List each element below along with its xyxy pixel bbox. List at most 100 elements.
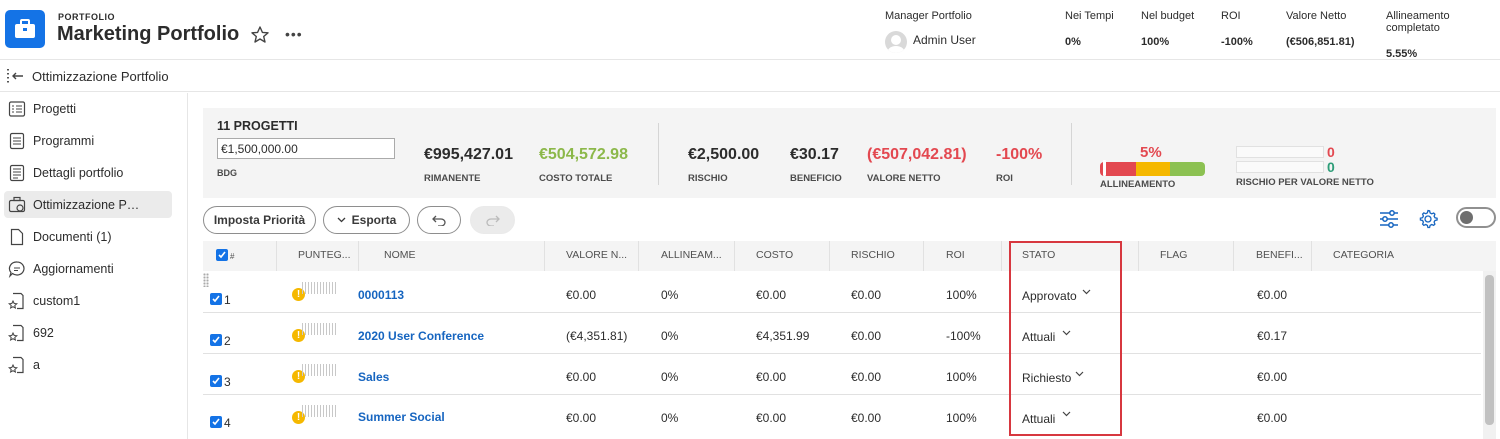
- column-separator: [544, 241, 545, 271]
- kpi-roi: ROI -100%: [1221, 10, 1253, 48]
- cell-risk: €0.00: [851, 370, 882, 384]
- row-checkbox[interactable]: [210, 334, 222, 346]
- col-header-net-value[interactable]: VALORE N...: [566, 249, 627, 261]
- redo-button[interactable]: [470, 206, 515, 234]
- col-header-category[interactable]: CATEGORIA: [1333, 249, 1394, 261]
- cell-alignment: 0%: [661, 329, 679, 343]
- row-number: 3: [224, 375, 231, 389]
- sidebar-item-details[interactable]: Dettagli portfolio: [4, 159, 172, 186]
- alignment-label: ALLINEAMENTO: [1100, 179, 1176, 190]
- cell-roi: 100%: [946, 411, 977, 425]
- set-priority-button[interactable]: Imposta Priorità: [203, 206, 316, 234]
- cell-cost: €0.00: [756, 288, 787, 302]
- cell-cost: €0.00: [756, 370, 787, 384]
- risk-net-value-bars: [1236, 146, 1324, 176]
- sidebar-item-label: Programmi: [33, 133, 95, 148]
- risk-net-value-label: RISCHIO PER VALORE NETTO: [1236, 177, 1374, 188]
- sidebar-item-label: Documenti (1): [33, 229, 112, 244]
- export-button[interactable]: Esporta: [323, 206, 410, 234]
- row-checkbox[interactable]: [210, 375, 222, 387]
- sidebar-item-updates[interactable]: Aggiornamenti: [4, 255, 172, 282]
- column-separator: [358, 241, 359, 271]
- custom-tab-icon: [8, 292, 24, 309]
- optimizer-icon: [8, 196, 26, 212]
- cell-alignment: 0%: [661, 288, 679, 302]
- gear-icon[interactable]: [1417, 208, 1439, 230]
- sub-header: [0, 60, 1500, 92]
- sidebar-item-custom1[interactable]: custom1: [4, 287, 172, 314]
- avatar[interactable]: [885, 31, 907, 53]
- sidebar-item-a[interactable]: a: [4, 351, 172, 378]
- cell-alignment: 0%: [661, 411, 679, 425]
- cell-benefit: €0.00: [1257, 411, 1288, 425]
- col-header-alignment[interactable]: ALLINEAM...: [661, 249, 722, 261]
- metric-benefit: €30.17 BENEFICIO: [790, 146, 842, 184]
- column-separator: [638, 241, 639, 271]
- project-name-link[interactable]: Summer Social: [358, 410, 445, 424]
- page-title: Marketing Portfolio: [57, 23, 240, 45]
- sidebar-item-optimization[interactable]: Ottimizzazione Portfolio: [4, 191, 172, 218]
- col-header-flag[interactable]: FLAG: [1160, 249, 1187, 261]
- row-checkbox[interactable]: [210, 416, 222, 428]
- filter-sliders-icon[interactable]: [1378, 208, 1400, 230]
- more-options-icon[interactable]: •••: [285, 26, 303, 42]
- cell-risk: €0.00: [851, 411, 882, 425]
- column-separator: [1001, 241, 1002, 271]
- kpi-on-budget: Nel budget 100%: [1141, 10, 1195, 48]
- alignment-marker: [1103, 160, 1106, 176]
- metric-roi: -100% ROI: [996, 146, 1043, 184]
- col-header-roi[interactable]: ROI: [946, 249, 965, 261]
- col-header-score[interactable]: PUNTEG...: [298, 249, 351, 261]
- column-separator: [276, 241, 277, 271]
- updates-icon: [8, 260, 25, 278]
- col-header-cost[interactable]: COSTO: [756, 249, 793, 261]
- project-name-link[interactable]: 0000113: [358, 288, 404, 302]
- vertical-scrollbar[interactable]: [1483, 271, 1496, 439]
- undo-button[interactable]: [417, 206, 461, 234]
- sidebar-item-documents[interactable]: Documenti (1): [4, 223, 172, 250]
- col-header-number[interactable]: #: [230, 252, 234, 261]
- cell-net-value: €0.00: [566, 370, 597, 384]
- budget-label: BDG: [217, 168, 237, 178]
- select-all-checkbox[interactable]: [216, 249, 228, 261]
- cell-benefit: €0.00: [1257, 370, 1288, 384]
- custom-tab-icon: [8, 356, 24, 373]
- portfolio-briefcase-icon[interactable]: [5, 10, 45, 48]
- budget-input[interactable]: [217, 138, 395, 159]
- details-icon: [9, 164, 25, 181]
- sidebar-item-label: custom1: [33, 293, 81, 308]
- col-header-name[interactable]: NOME: [384, 249, 416, 261]
- row-checkbox[interactable]: [210, 293, 222, 305]
- row-divider: [203, 394, 1481, 395]
- row-number: 1: [224, 293, 231, 307]
- collapse-sidebar-icon[interactable]: [7, 68, 25, 84]
- star-icon[interactable]: [250, 25, 270, 45]
- divider: [658, 123, 659, 185]
- status-column-highlight: [1009, 241, 1122, 436]
- breadcrumb[interactable]: PORTFOLIO: [58, 12, 115, 22]
- manager-name[interactable]: Admin User: [913, 33, 976, 47]
- sidebar-item-projects[interactable]: Progetti: [4, 95, 172, 122]
- divider: [1071, 123, 1072, 185]
- sidebar-item-label: a: [33, 357, 40, 372]
- sidebar-item-programs[interactable]: Programmi: [4, 127, 172, 154]
- drag-handle[interactable]: [203, 273, 209, 287]
- custom-tab-icon: [8, 324, 24, 341]
- programs-icon: [9, 132, 25, 149]
- project-name-link[interactable]: Sales: [358, 370, 389, 384]
- cell-cost: €4,351.99: [756, 329, 810, 343]
- chevron-down-icon: [337, 217, 346, 223]
- sidebar-item-label: Dettagli portfolio: [33, 165, 124, 180]
- projects-icon: [8, 100, 26, 117]
- col-header-benefit[interactable]: BENEFI...: [1256, 249, 1303, 261]
- cell-roi: 100%: [946, 288, 977, 302]
- scrollbar-thumb[interactable]: [1485, 275, 1494, 425]
- view-toggle[interactable]: [1456, 207, 1496, 228]
- cell-roi: -100%: [946, 329, 981, 343]
- project-name-link[interactable]: 2020 User Conference: [358, 329, 484, 343]
- metric-net-value: (€507,042.81) VALORE NETTO: [867, 146, 967, 184]
- col-header-risk[interactable]: RISCHIO: [851, 249, 895, 261]
- sidebar-item-692[interactable]: 692: [4, 319, 172, 346]
- cell-risk: €0.00: [851, 288, 882, 302]
- column-separator: [923, 241, 924, 271]
